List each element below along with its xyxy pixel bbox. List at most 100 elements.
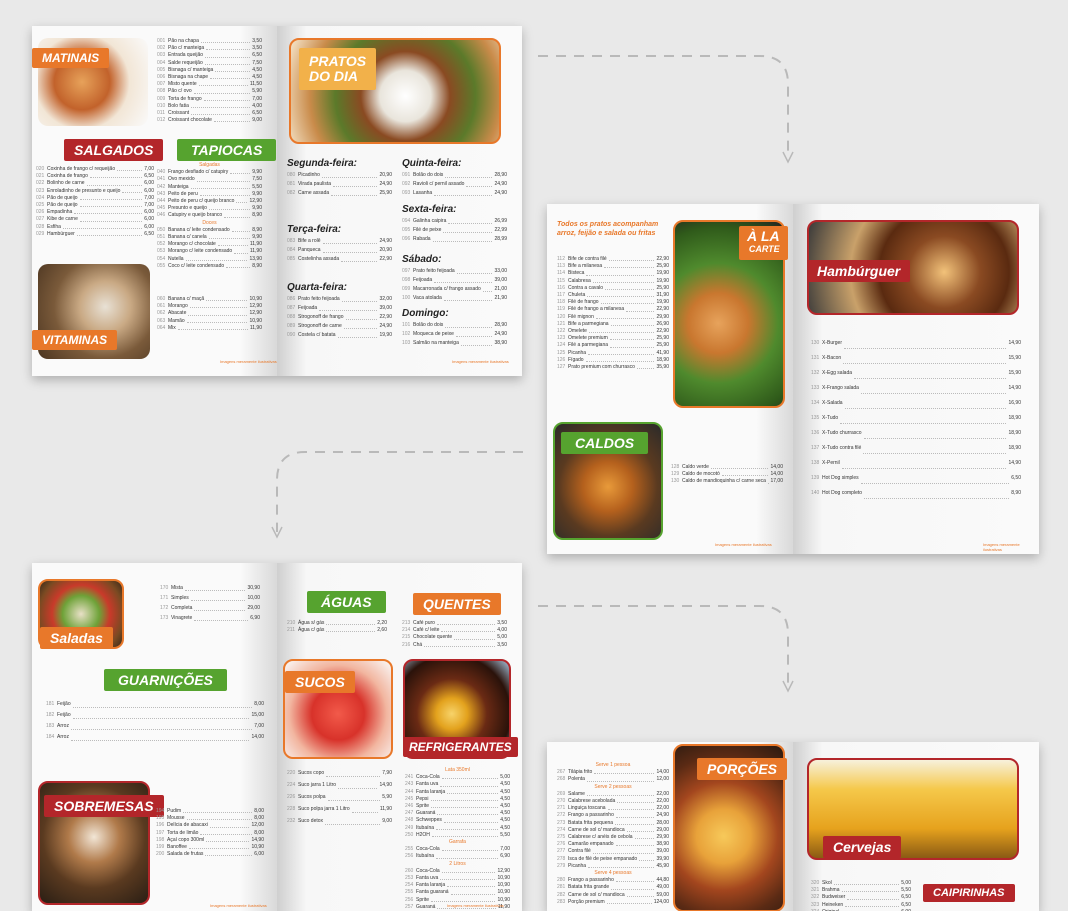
item-price: 6,00 <box>144 187 154 194</box>
item-name: X-Pernil <box>822 460 840 466</box>
leader-dots <box>322 237 378 244</box>
refrigerantes-title: REFRIGERANTES <box>403 737 518 757</box>
item-price: 39,90 <box>656 855 669 862</box>
item-price: 26,90 <box>656 320 669 327</box>
item-name: Coco c/ leite condensado <box>168 262 225 269</box>
menu-item: 283 Porção premium 124,00 <box>557 899 669 906</box>
item-number: 001 <box>157 38 166 44</box>
item-number: 247 <box>405 810 414 817</box>
porcoes-list: Serve 1 pessoa 267 Tilápia frito 14,00 268 Po… <box>557 762 669 906</box>
item-name: X-Tudo <box>822 415 839 421</box>
menu-item: 123 Omelete premium 25,90 <box>557 335 669 342</box>
menu-item: 122 Omelete 22,90 <box>557 328 669 335</box>
menu-item: 045 Presunto e queijo 9,90 <box>157 205 262 212</box>
menu-item: 124 Filé a parmegiana 25,90 <box>557 342 669 349</box>
item-number: 127 <box>557 364 566 371</box>
section-label: Doces <box>202 219 217 226</box>
leader-dots <box>184 583 246 591</box>
leader-dots <box>224 212 251 218</box>
item-name: Lasanha <box>413 190 433 196</box>
menu-item: 173 Vinagrete 6,90 <box>160 613 260 623</box>
item-name: Filé de frango a milanesa <box>568 306 625 313</box>
leader-dots <box>586 776 655 782</box>
menu-item: 115 Calabresa 19,90 <box>557 278 669 285</box>
leader-dots <box>445 321 493 328</box>
item-price: 12,90 <box>249 198 262 205</box>
item-number: 241 <box>405 774 414 781</box>
item-number: 197 <box>156 829 165 836</box>
menu-item: 085 Costelinha assada 22,90 <box>287 255 392 264</box>
item-number: 063 <box>157 317 166 324</box>
item-price: 3,50 <box>497 620 507 626</box>
menu-item: 268 Polenta 12,00 <box>557 776 669 783</box>
leader-dots <box>424 642 496 647</box>
item-name: Omelete premium <box>568 335 608 342</box>
leader-dots <box>434 276 493 283</box>
item-price: 6,50 <box>252 52 262 59</box>
leader-dots <box>341 255 378 262</box>
item-name: Coca-Cola <box>416 846 440 853</box>
item-number: 136 <box>811 430 820 436</box>
item-number: 196 <box>156 822 165 829</box>
leader-dots <box>204 60 251 65</box>
item-name: Vaca atolada <box>413 295 442 301</box>
menu-item: 046 Catupiry e queijo branco 8,90 <box>157 212 262 219</box>
item-price: 9,90 <box>252 190 262 197</box>
item-number: 116 <box>557 284 565 291</box>
item-number: 260 <box>405 867 414 874</box>
item-name: Coca-Cola <box>416 867 440 874</box>
item-price: 28,90 <box>494 172 507 178</box>
menu-item: 095 Filé de peixe 22,99 <box>402 226 507 235</box>
item-number: 245 <box>405 795 414 802</box>
item-number: 275 <box>557 834 566 841</box>
leader-dots <box>441 774 499 780</box>
item-name: Delícia de abacaxi <box>167 822 208 829</box>
item-price: 10,90 <box>497 882 510 889</box>
item-price: 7,90 <box>382 770 392 776</box>
item-name: Frango a passarinho <box>568 877 614 884</box>
menu-item: 278 Isca de filé de peixe empanado 39,90 <box>557 856 669 863</box>
item-price: 49,00 <box>656 884 669 891</box>
leader-dots <box>587 292 655 298</box>
item-price: 19,90 <box>656 299 669 306</box>
menu-item: 086 Prato feito feijoada 32,00 <box>287 295 392 304</box>
menu-item: 130 X-Burger 14,90 <box>811 336 1021 351</box>
section-label: Garrafa <box>449 839 466 846</box>
menu-item: 116 Contra a cavalo 25,90 <box>557 285 669 292</box>
item-price: 15,90 <box>1008 370 1021 376</box>
menu-item: 026 Empadinha 6,00 <box>36 209 154 216</box>
menu-item: 276 Camarão empanado 38,90 <box>557 841 669 848</box>
item-number: 248 <box>405 817 414 824</box>
saladas-title: Saladas <box>40 627 113 649</box>
item-number: 320 <box>811 880 820 886</box>
sucos-title: SUCOS <box>285 671 355 693</box>
item-number: 173 <box>160 615 169 621</box>
item-price: 10,00 <box>247 595 260 601</box>
leader-dots <box>615 812 655 818</box>
item-number: 062 <box>157 310 166 317</box>
menu-item: 226 Sucos polpa 5,90 <box>287 791 392 803</box>
item-number: 135 <box>811 415 820 421</box>
day-list-terca: 083 Bife a rolê 24,90 084 Panqueca 20,90 085 Co… <box>287 237 392 264</box>
leader-dots <box>443 294 493 301</box>
item-name: Torta de limão <box>167 829 199 836</box>
item-price: 4,50 <box>500 824 510 831</box>
item-name: Morango c/ leite condensado <box>168 248 233 255</box>
section-label: Serve 1 pessoa <box>595 762 631 768</box>
item-number: 255 <box>405 889 414 896</box>
item-number: 254 <box>405 882 414 889</box>
leader-dots <box>626 892 655 897</box>
item-price: 4,50 <box>252 66 262 73</box>
item-number: 270 <box>557 798 566 805</box>
leader-dots <box>588 863 655 869</box>
page-hamburguer: Hambúrguer 130 X-Burger 14,90 131 X-Bacon 15,… <box>793 204 1039 554</box>
item-price: 18,90 <box>1008 415 1021 421</box>
menu-item: 128 Caldo verde 14,00 <box>671 464 783 471</box>
item-name: Feijoada <box>298 305 318 311</box>
item-number: 137 <box>811 445 820 451</box>
item-name: Pão de queijo <box>47 202 78 209</box>
item-name: Prato feito feijoada <box>413 268 455 274</box>
item-number: 276 <box>557 841 566 848</box>
item-price: 8,00 <box>254 829 264 836</box>
item-price: 4,50 <box>500 795 510 802</box>
